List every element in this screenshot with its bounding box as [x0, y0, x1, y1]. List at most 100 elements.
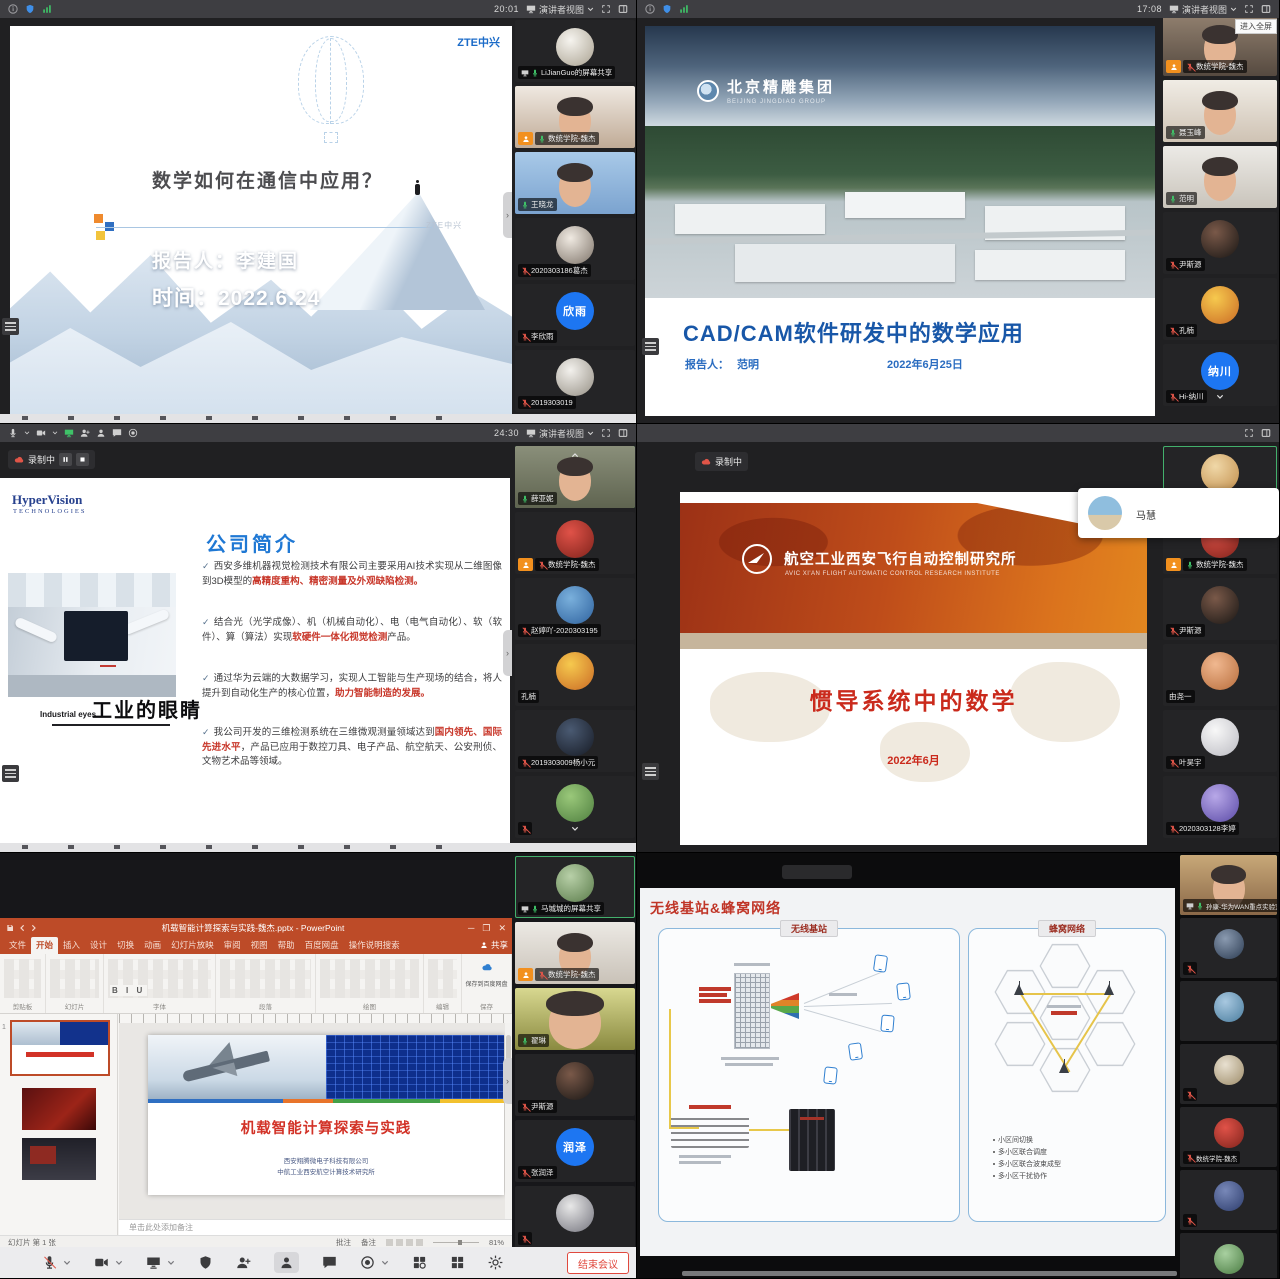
- participant-thumb[interactable]: LiJianGuo的屏幕共享: [515, 20, 635, 82]
- participant-thumb[interactable]: 2020303186葛杰: [515, 218, 635, 280]
- record-chevron[interactable]: [381, 1259, 389, 1267]
- camera-button[interactable]: [94, 1255, 109, 1270]
- quick-access-toolbar[interactable]: [6, 924, 38, 932]
- participant-thumb[interactable]: [1180, 1170, 1277, 1230]
- slide-thumbnail[interactable]: [22, 1088, 96, 1130]
- share-screen-icon[interactable]: [64, 428, 74, 438]
- participant-thumb[interactable]: 数统学院-魏杰: [515, 922, 635, 984]
- fullscreen-icon[interactable]: [601, 4, 611, 14]
- participant-thumb[interactable]: 数统学院-魏杰: [515, 86, 635, 148]
- ribbon-group-clipboard[interactable]: 剪贴板: [0, 954, 46, 1013]
- ribbon-group-font[interactable]: B I U字体: [104, 954, 216, 1013]
- sidebar-toggle-icon[interactable]: [1261, 4, 1271, 14]
- settings-button[interactable]: [488, 1255, 503, 1270]
- share-button[interactable]: 共享: [480, 939, 508, 954]
- slide-thumbnail-pane[interactable]: 1: [0, 1014, 118, 1235]
- chevron-up-icon[interactable]: [569, 446, 581, 464]
- record-button[interactable]: [360, 1255, 375, 1270]
- security-button[interactable]: [198, 1255, 213, 1270]
- participant-thumb[interactable]: 赵婷吖-2020303195: [515, 578, 635, 640]
- tab-insert[interactable]: 插入: [58, 937, 85, 954]
- end-meeting-button[interactable]: 结束会议: [567, 1252, 629, 1274]
- share-chevron[interactable]: [167, 1259, 175, 1267]
- zoom-slider[interactable]: [433, 1242, 479, 1243]
- mic-icon[interactable]: [8, 428, 18, 438]
- chat-button[interactable]: [322, 1255, 337, 1270]
- participants-icon[interactable]: [96, 428, 106, 438]
- info-icon[interactable]: [8, 4, 18, 14]
- ribbon-group-slides[interactable]: 幻灯片: [46, 954, 104, 1013]
- mic-chevron[interactable]: [63, 1259, 71, 1267]
- participant-thumb[interactable]: 聂玉峰: [1163, 80, 1277, 142]
- sidebar-collapse-button[interactable]: ›: [503, 630, 512, 676]
- view-mode-button[interactable]: 演讲者视图: [526, 427, 594, 440]
- ribbon-group-save[interactable]: 保存到百度网盘 保存: [462, 954, 512, 1013]
- join-notification[interactable]: 马慧: [1078, 488, 1279, 538]
- tab-animations[interactable]: 动画: [139, 937, 166, 954]
- participant-thumb[interactable]: 王晓龙: [515, 152, 635, 214]
- participant-thumb[interactable]: 由尧一: [1163, 644, 1277, 706]
- tab-transitions[interactable]: 切换: [112, 937, 139, 954]
- participant-thumb[interactable]: [1180, 918, 1277, 978]
- record-icon[interactable]: [128, 428, 138, 438]
- camera-icon[interactable]: [36, 428, 46, 438]
- pause-record-button[interactable]: [59, 453, 72, 466]
- participant-thumb[interactable]: 2020303128李婷: [1163, 776, 1277, 838]
- view-mode-button[interactable]: 演讲者视图: [1169, 3, 1237, 16]
- menu-toggle-button[interactable]: [2, 318, 19, 335]
- participant-thumb[interactable]: 孔楠: [1163, 278, 1277, 340]
- scrollbar[interactable]: [505, 1023, 512, 1219]
- chevron-icon[interactable]: [52, 430, 58, 436]
- tab-tell-me[interactable]: 操作说明搜索: [344, 937, 405, 954]
- participant-thumb[interactable]: 欣雨李欣雨: [515, 284, 635, 346]
- participant-thumb[interactable]: 薛亚妮: [515, 446, 635, 508]
- shield-icon[interactable]: [662, 4, 672, 14]
- tab-slideshow[interactable]: 幻灯片放映: [166, 937, 219, 954]
- sidebar-collapse-button[interactable]: ›: [503, 192, 512, 238]
- tab-review[interactable]: 审阅: [219, 937, 246, 954]
- slide-canvas[interactable]: 机载智能计算探索与实践 西安翔腾微电子科技有限公司 中航工业西安航空计算技术研究…: [119, 1023, 512, 1219]
- camera-chevron[interactable]: [115, 1259, 123, 1267]
- fullscreen-icon[interactable]: [1244, 428, 1254, 438]
- participant-thumb[interactable]: 纳川Hi-纳川: [1163, 344, 1277, 406]
- participant-thumb[interactable]: 2019303009杨小元: [515, 710, 635, 772]
- sidebar-toggle-icon[interactable]: [618, 4, 628, 14]
- invite-button[interactable]: [236, 1255, 251, 1270]
- tab-baidu-pan[interactable]: 百度网盘: [300, 937, 344, 954]
- participant-thumb[interactable]: 叶昊宇: [1163, 710, 1277, 772]
- chat-icon[interactable]: [112, 428, 122, 438]
- share-screen-button[interactable]: [146, 1255, 161, 1270]
- tab-file[interactable]: 文件: [4, 937, 31, 954]
- participant-thumb[interactable]: 数统学院-魏杰: [1180, 1107, 1277, 1167]
- participant-thumb[interactable]: [515, 1186, 635, 1248]
- ribbon-group-paragraph[interactable]: 段落: [216, 954, 316, 1013]
- view-mode-button[interactable]: 演讲者视图: [526, 3, 594, 16]
- menu-toggle-button[interactable]: [642, 763, 659, 780]
- ribbon-group-editing[interactable]: 编辑: [424, 954, 462, 1013]
- menu-toggle-button[interactable]: [2, 765, 19, 782]
- sidebar-collapse-button[interactable]: ›: [503, 1058, 512, 1104]
- participant-thumb[interactable]: 马城城的屏幕共享: [515, 856, 635, 918]
- sidebar-toggle-icon[interactable]: [1261, 428, 1271, 438]
- info-icon[interactable]: [645, 4, 655, 14]
- stop-record-button[interactable]: [76, 453, 89, 466]
- tab-home[interactable]: 开始: [31, 937, 58, 954]
- chevron-down-icon[interactable]: [1214, 388, 1226, 406]
- fullscreen-icon[interactable]: [1244, 4, 1254, 14]
- ribbon-group-drawing[interactable]: 绘图: [316, 954, 424, 1013]
- layout-button[interactable]: [450, 1255, 465, 1270]
- participants-button[interactable]: [274, 1252, 299, 1273]
- participant-thumb[interactable]: 范明: [1163, 146, 1277, 208]
- notes-pane[interactable]: 单击此处添加备注: [119, 1219, 512, 1235]
- invite-icon[interactable]: [80, 428, 90, 438]
- tab-design[interactable]: 设计: [85, 937, 112, 954]
- menu-toggle-button[interactable]: [642, 338, 659, 355]
- fullscreen-icon[interactable]: [601, 428, 611, 438]
- comments-button[interactable]: 批注: [336, 1237, 351, 1248]
- participant-thumb[interactable]: 尹斯源: [1163, 578, 1277, 640]
- participant-thumb[interactable]: [1180, 1233, 1277, 1279]
- view-buttons[interactable]: [386, 1239, 423, 1246]
- participant-thumb[interactable]: [515, 776, 635, 838]
- slide-thumbnail-selected[interactable]: [10, 1020, 110, 1076]
- participant-thumb[interactable]: [1180, 981, 1277, 1041]
